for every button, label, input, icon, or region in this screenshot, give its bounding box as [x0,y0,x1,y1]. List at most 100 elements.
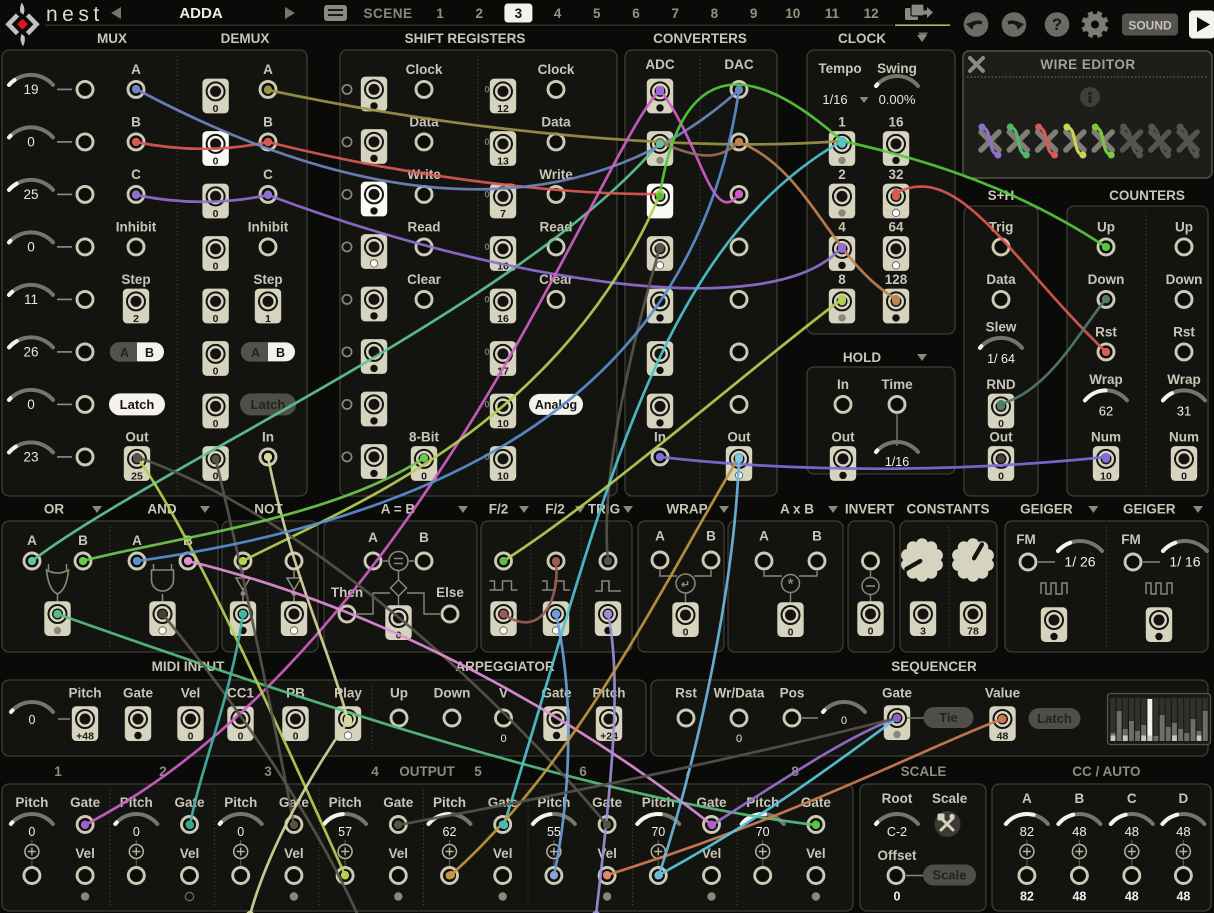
svg-text:48: 48 [1125,890,1139,904]
svg-text:Root: Root [882,791,913,806]
svg-text:Wrap: Wrap [1089,372,1123,387]
svg-text:12: 12 [864,6,879,21]
svg-text:DAC: DAC [724,57,753,72]
svg-text:4: 4 [554,6,562,21]
svg-text:57: 57 [338,825,352,839]
svg-text:Vel: Vel [597,846,617,861]
svg-text:CC / AUTO: CC / AUTO [1072,764,1140,779]
svg-text:B: B [145,346,154,360]
svg-text:Num: Num [1169,429,1199,444]
svg-text:A: A [1022,791,1032,806]
svg-text:Data: Data [541,114,571,129]
svg-text:A: A [120,346,129,360]
svg-text:9: 9 [750,6,758,21]
svg-text:Vel: Vel [180,846,200,861]
svg-text:WRAP: WRAP [666,502,707,517]
svg-text:Up: Up [1175,219,1193,234]
svg-text:Inhibit: Inhibit [116,219,157,234]
svg-text:26: 26 [23,344,38,359]
svg-text:nest: nest [46,3,104,26]
svg-text:Slew: Slew [986,319,1017,334]
svg-text:11: 11 [24,292,38,307]
svg-text:0: 0 [868,626,874,638]
svg-text:Down: Down [1166,272,1203,287]
svg-text:0: 0 [788,627,794,639]
svg-text:Pitch: Pitch [15,795,48,810]
svg-text:48: 48 [1125,824,1139,839]
svg-text:Step: Step [253,272,282,287]
svg-text:0: 0 [293,731,299,743]
svg-text:Tempo: Tempo [818,61,861,76]
svg-text:78: 78 [967,626,979,638]
svg-text:Out: Out [831,429,855,444]
svg-text:C: C [131,167,141,182]
svg-text:B: B [263,114,273,129]
svg-text:0: 0 [27,397,35,412]
svg-text:A: A [132,533,142,548]
svg-text:OR: OR [44,502,65,517]
svg-text:8: 8 [711,6,719,21]
svg-text:A x B: A x B [780,502,814,517]
svg-text:1: 1 [838,114,846,129]
svg-text:10: 10 [785,6,800,21]
svg-text:0: 0 [484,189,489,200]
svg-text:MUX: MUX [97,31,127,46]
svg-text:+48: +48 [76,731,94,743]
svg-text:6: 6 [579,764,587,779]
svg-text:0: 0 [841,715,847,727]
svg-text:DEMUX: DEMUX [221,31,270,46]
svg-text:0: 0 [736,733,742,745]
svg-text:Latch: Latch [120,397,155,412]
svg-text:0: 0 [213,365,219,377]
svg-text:Pitch: Pitch [224,795,257,810]
svg-text:23: 23 [23,449,38,464]
svg-text:1: 1 [436,6,444,21]
svg-text:Tie: Tie [939,710,958,725]
svg-text:Vel: Vel [284,846,304,861]
svg-text:6: 6 [632,6,640,21]
svg-text:0: 0 [188,731,194,743]
svg-text:MIDI INPUT: MIDI INPUT [152,659,226,674]
svg-text:2: 2 [475,6,483,21]
svg-text:Num: Num [1091,429,1121,444]
svg-text:F/2: F/2 [489,502,509,517]
svg-text:In: In [837,377,849,392]
svg-text:WIRE EDITOR: WIRE EDITOR [1040,57,1135,72]
svg-text:SOUND: SOUND [1128,19,1172,33]
svg-text:19: 19 [23,82,38,97]
svg-text:3: 3 [515,6,523,21]
svg-text:4: 4 [838,219,846,234]
svg-text:RND: RND [986,377,1015,392]
svg-text:1: 1 [265,313,271,325]
svg-text:0: 0 [213,260,219,272]
svg-text:1/ 64: 1/ 64 [987,352,1015,366]
svg-text:1/16: 1/16 [822,92,847,107]
svg-text:13: 13 [497,155,509,167]
svg-text:A: A [759,529,769,544]
svg-text:B: B [78,533,88,548]
svg-text:62: 62 [443,825,457,839]
svg-text:Vel: Vel [181,686,201,701]
svg-text:10: 10 [497,418,509,430]
svg-text:7: 7 [671,6,679,21]
svg-text:0: 0 [29,713,36,727]
svg-text:10: 10 [1100,470,1112,482]
svg-text:Else: Else [436,585,464,600]
svg-text:Rst: Rst [675,686,697,701]
svg-text:4: 4 [371,764,379,779]
svg-text:Gate: Gate [70,795,101,810]
svg-text:Rst: Rst [1173,324,1195,339]
svg-text:7: 7 [500,208,506,220]
svg-text:B: B [419,530,429,545]
svg-text:0: 0 [484,242,489,253]
svg-text:Vel: Vel [493,846,513,861]
svg-text:SCENE: SCENE [363,6,412,21]
svg-text:128: 128 [885,272,908,287]
svg-text:Scale: Scale [933,868,967,883]
svg-text:SHIFT REGISTERS: SHIFT REGISTERS [405,31,526,46]
svg-text:Vel: Vel [389,846,409,861]
svg-text:Gate: Gate [882,686,913,701]
svg-text:1/ 16: 1/ 16 [1169,554,1200,570]
svg-text:0: 0 [1181,470,1187,482]
svg-text:0: 0 [484,137,489,148]
